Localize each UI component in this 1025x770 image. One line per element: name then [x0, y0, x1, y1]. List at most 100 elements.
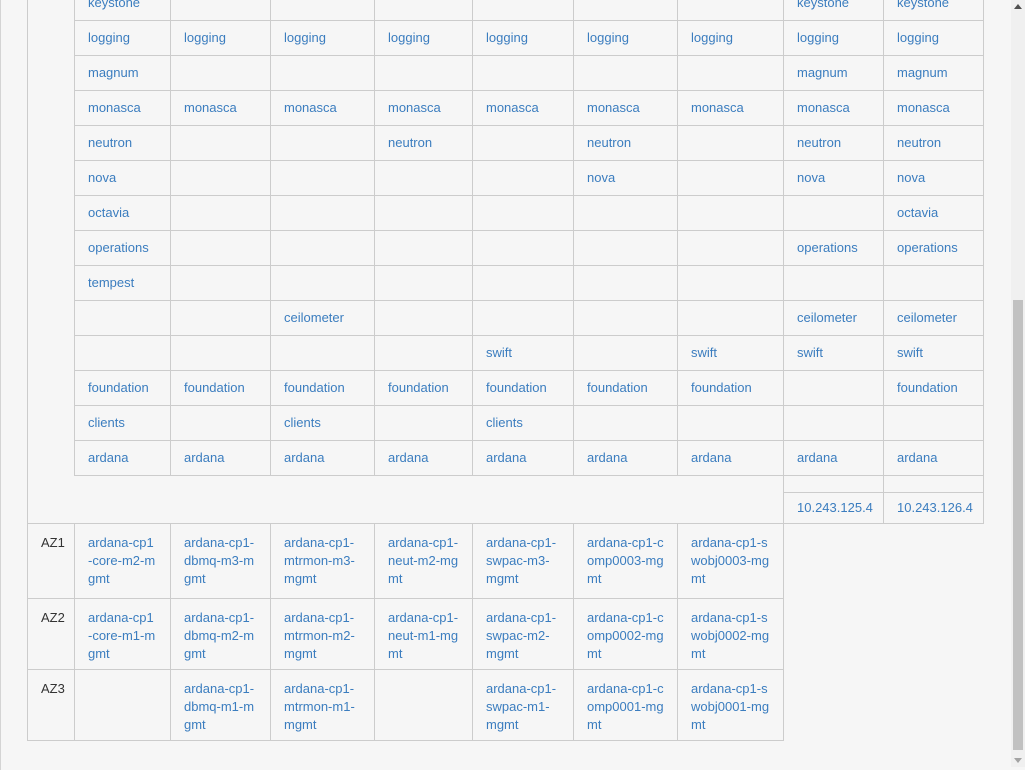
service-cell[interactable]: ardana [883, 440, 984, 476]
service-cell[interactable]: swift [883, 335, 984, 371]
service-cell[interactable]: logging [170, 20, 271, 56]
service-cell[interactable]: octavia [74, 195, 171, 231]
host-cell[interactable]: ardana-cp1-mtrmon-m3-mgmt [270, 523, 375, 599]
service-cell[interactable]: octavia [883, 195, 984, 231]
host-cell-text[interactable]: ardana-cp1-core-m1-mgmt [88, 610, 155, 661]
service-cell[interactable]: ardana [270, 440, 375, 476]
service-cell-text[interactable]: magnum [897, 65, 948, 80]
service-cell-text[interactable]: operations [88, 240, 149, 255]
host-cell-text[interactable]: ardana-cp1-swobj0001-mgmt [691, 681, 769, 732]
service-cell-text[interactable]: logging [184, 30, 226, 45]
host-cell-text[interactable]: ardana-cp1-mtrmon-m3-mgmt [284, 535, 355, 586]
service-cell-text[interactable]: ardana [184, 450, 224, 465]
service-cell-text[interactable]: nova [797, 170, 825, 185]
host-cell-text[interactable]: ardana-cp1-dbmq-m2-mgmt [184, 610, 254, 661]
host-cell-text[interactable]: ardana-cp1-swobj0002-mgmt [691, 610, 769, 661]
service-cell-text[interactable]: ardana [587, 450, 627, 465]
ip-address-cell[interactable]: 10.243.125.4 [783, 492, 884, 524]
service-cell-text[interactable]: monasca [897, 100, 950, 115]
service-cell-text[interactable]: ardana [797, 450, 837, 465]
service-cell-text[interactable]: magnum [88, 65, 139, 80]
host-cell[interactable]: ardana-cp1-core-m2-mgmt [74, 523, 171, 599]
vertical-scrollbar[interactable] [1011, 0, 1025, 767]
service-cell-text[interactable]: monasca [486, 100, 539, 115]
service-cell-text[interactable]: neutron [797, 135, 841, 150]
service-cell[interactable]: ardana [573, 440, 678, 476]
scrollbar-thumb[interactable] [1013, 300, 1023, 750]
service-cell[interactable]: foundation [374, 370, 473, 406]
service-cell-text[interactable]: foundation [897, 380, 958, 395]
service-cell[interactable]: keystone [74, 0, 171, 21]
service-cell-text[interactable]: ardana [486, 450, 526, 465]
service-cell[interactable]: nova [573, 160, 678, 196]
service-cell[interactable]: ardana [170, 440, 271, 476]
service-cell[interactable]: tempest [74, 265, 171, 301]
service-cell-text[interactable]: logging [388, 30, 430, 45]
service-cell[interactable]: monasca [677, 90, 784, 126]
service-cell-text[interactable]: foundation [587, 380, 648, 395]
host-cell[interactable]: ardana-cp1-comp0003-mgmt [573, 523, 678, 599]
service-cell[interactable]: ardana [783, 440, 884, 476]
service-cell-text[interactable]: logging [797, 30, 839, 45]
service-cell[interactable]: nova [783, 160, 884, 196]
service-cell-text[interactable]: ardana [897, 450, 937, 465]
service-cell[interactable]: monasca [170, 90, 271, 126]
service-cell[interactable]: foundation [883, 370, 984, 406]
service-cell-text[interactable]: swift [797, 345, 823, 360]
service-cell[interactable]: clients [472, 405, 574, 441]
service-cell-text[interactable]: logging [486, 30, 528, 45]
service-cell[interactable]: foundation [270, 370, 375, 406]
service-cell-text[interactable]: monasca [797, 100, 850, 115]
service-cell[interactable]: monasca [374, 90, 473, 126]
service-cell[interactable]: magnum [883, 55, 984, 91]
host-cell-text[interactable]: ardana-cp1-mtrmon-m2-mgmt [284, 610, 355, 661]
service-cell[interactable]: neutron [883, 125, 984, 161]
service-cell[interactable]: magnum [783, 55, 884, 91]
service-cell-text[interactable]: logging [88, 30, 130, 45]
host-cell-text[interactable]: ardana-cp1-comp0003-mgmt [587, 535, 664, 586]
host-cell-text[interactable]: ardana-cp1-swpac-m1-mgmt [486, 681, 556, 732]
host-cell-text[interactable]: ardana-cp1-neut-m2-mgmt [388, 535, 458, 586]
service-cell-text[interactable]: monasca [587, 100, 640, 115]
service-cell-text[interactable]: logging [897, 30, 939, 45]
service-cell[interactable]: monasca [573, 90, 678, 126]
service-cell[interactable]: swift [677, 335, 784, 371]
service-cell-text[interactable]: logging [284, 30, 326, 45]
service-cell[interactable]: monasca [74, 90, 171, 126]
service-cell[interactable]: logging [677, 20, 784, 56]
service-cell[interactable]: nova [74, 160, 171, 196]
service-cell[interactable]: monasca [472, 90, 574, 126]
service-cell[interactable]: swift [783, 335, 884, 371]
host-cell-text[interactable]: ardana-cp1-core-m2-mgmt [88, 535, 155, 586]
service-cell-text[interactable]: foundation [486, 380, 547, 395]
host-cell[interactable]: ardana-cp1-comp0002-mgmt [573, 598, 678, 670]
ip-address-cell-text[interactable]: 10.243.126.4 [897, 500, 973, 515]
service-cell[interactable]: logging [783, 20, 884, 56]
service-cell-text[interactable]: neutron [587, 135, 631, 150]
service-cell-text[interactable]: ardana [388, 450, 428, 465]
service-cell-text[interactable]: swift [897, 345, 923, 360]
service-cell[interactable]: foundation [74, 370, 171, 406]
host-cell[interactable]: ardana-cp1-swpac-m2-mgmt [472, 598, 574, 670]
service-cell[interactable]: foundation [573, 370, 678, 406]
service-cell-text[interactable]: monasca [284, 100, 337, 115]
service-cell[interactable]: monasca [270, 90, 375, 126]
service-cell[interactable]: clients [74, 405, 171, 441]
service-cell-text[interactable]: ceilometer [284, 310, 344, 325]
service-cell-text[interactable]: operations [897, 240, 958, 255]
host-cell[interactable]: ardana-cp1-dbmq-m1-mgmt [170, 669, 271, 741]
service-cell[interactable]: nova [883, 160, 984, 196]
service-cell-text[interactable]: octavia [88, 205, 129, 220]
service-cell[interactable]: logging [573, 20, 678, 56]
service-cell-text[interactable]: ceilometer [897, 310, 957, 325]
host-cell-text[interactable]: ardana-cp1-neut-m1-mgmt [388, 610, 458, 661]
host-cell-text[interactable]: ardana-cp1-mtrmon-m1-mgmt [284, 681, 355, 732]
service-cell[interactable]: swift [472, 335, 574, 371]
service-cell[interactable]: foundation [472, 370, 574, 406]
service-cell[interactable]: logging [374, 20, 473, 56]
service-cell[interactable]: foundation [677, 370, 784, 406]
host-cell[interactable]: ardana-cp1-dbmq-m3-mgmt [170, 523, 271, 599]
service-cell[interactable]: neutron [573, 125, 678, 161]
service-cell[interactable]: logging [270, 20, 375, 56]
service-cell-text[interactable]: foundation [388, 380, 449, 395]
